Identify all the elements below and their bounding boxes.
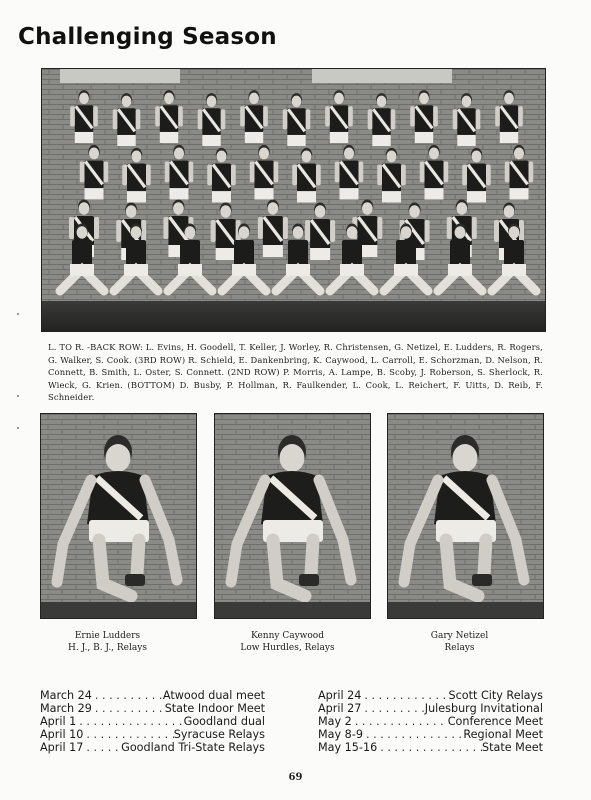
meet-date: April 10 [40, 728, 84, 741]
portrait-photo-3 [387, 413, 544, 619]
meet-date: March 29 [40, 702, 92, 715]
schedule-row: April 27 Julesburg Invitational [318, 702, 543, 715]
schedule-row: May 15-16 State Meet [318, 741, 543, 754]
meet-date: April 27 [318, 702, 362, 715]
meet-event: Julesburg Invitational [424, 702, 543, 715]
schedule-row: May 2 Conference Meet [318, 715, 543, 728]
meet-date: May 2 [318, 715, 352, 728]
meet-event: Goodland Tri-State Relays [121, 741, 265, 754]
runner-image-2 [215, 414, 370, 618]
athlete-name: Gary Netizel [430, 631, 489, 641]
portrait-caption-1: Ernie Ludders H. J., B. J., Relays [30, 630, 185, 654]
athlete-events: H. J., B. J., Relays [68, 643, 147, 653]
portrait-caption-2: Kenny Caywood Low Hurdles, Relays [210, 630, 365, 654]
athlete-name: Ernie Ludders [74, 631, 141, 641]
meet-event: Conference Meet [447, 715, 543, 728]
page-number: 69 [288, 772, 303, 783]
meet-event: State Meet [482, 741, 543, 754]
meet-event: State Indoor Meet [164, 702, 265, 715]
schedule-row: April 10 Syracuse Relays [40, 728, 265, 741]
schedule-row: March 24 Atwood dual meet [40, 689, 265, 702]
schedule-row: March 29 State Indoor Meet [40, 702, 265, 715]
meet-event: Goodland dual [183, 715, 265, 728]
portrait-photo-1 [40, 413, 197, 619]
meet-date: March 24 [40, 689, 92, 702]
team-photo-caption: L. TO R. -BACK ROW: L. Evins, H. Goodell… [48, 342, 543, 403]
meet-date: April 1 [40, 715, 77, 728]
schedule-row: May 8-9 Regional Meet [318, 728, 543, 741]
meet-date: April 17 [40, 741, 84, 754]
team-photo-image [42, 69, 545, 331]
runner-image-3 [388, 414, 543, 618]
athlete-events: Low Hurdles, Relays [240, 643, 335, 653]
meet-date: May 8-9 [318, 728, 363, 741]
meet-date: April 24 [318, 689, 362, 702]
schedule-right: April 24 Scott City Relays April 27 Julesb… [318, 689, 543, 754]
schedule-row: April 24 Scott City Relays [318, 689, 543, 702]
runner-image-1 [41, 414, 196, 618]
schedule-row: April 1 Goodland dual [40, 715, 265, 728]
portrait-caption-3: Gary Netizel Relays [382, 630, 537, 654]
athlete-name: Kenny Caywood [251, 631, 324, 641]
meet-event: Scott City Relays [448, 689, 543, 702]
page-title: Challenging Season [18, 24, 277, 50]
team-photo [41, 68, 546, 332]
schedule-row: April 17 Goodland Tri-State Relays [40, 741, 265, 754]
meet-event: Atwood dual meet [162, 689, 265, 702]
portrait-photo-2 [214, 413, 371, 619]
binding-hole-marks [16, 312, 20, 430]
athlete-events: Relays [444, 643, 475, 653]
meet-date: May 15-16 [318, 741, 378, 754]
meet-event: Syracuse Relays [173, 728, 265, 741]
schedule-left: March 24 Atwood dual meet March 29 State I… [40, 689, 265, 754]
meet-event: Regional Meet [463, 728, 543, 741]
